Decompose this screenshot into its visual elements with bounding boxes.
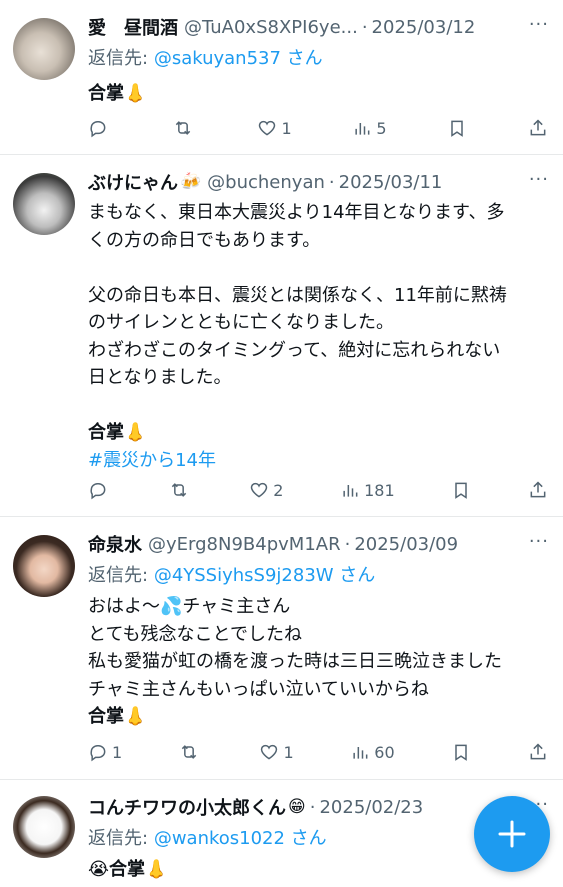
share-icon <box>530 481 546 498</box>
avatar[interactable] <box>13 173 75 235</box>
more-options-icon[interactable]: ··· <box>529 531 549 552</box>
heart-icon <box>261 744 278 760</box>
tweet[interactable]: ぶけにゃん 🍻 @buchenyan · 2025/03/11 ··· まもなく… <box>0 155 563 517</box>
tweet-text: 合掌👃 <box>88 83 147 104</box>
reply-button[interactable]: 1 <box>88 742 122 762</box>
share-icon <box>530 119 546 136</box>
author-name[interactable]: 命泉水 <box>88 531 142 557</box>
compose-button[interactable] <box>474 796 550 872</box>
hashtag-link[interactable]: #震災から14年 <box>88 447 549 475</box>
like-button[interactable]: 2 <box>249 480 283 500</box>
reply-context: 返信先: @sakuyan537 さん <box>88 48 323 69</box>
tweet-text: おはよ～💦チャミ主さん とても残念なことでしたね 私も愛猫が虹の橋を渡った時は三… <box>88 596 502 727</box>
more-options-icon[interactable]: ··· <box>529 14 549 35</box>
reply-mention-link[interactable]: @4YSSiyhsS9j283W さん <box>154 565 376 586</box>
bookmark-icon <box>451 120 463 137</box>
author-name[interactable]: ぶけにゃん <box>88 169 178 195</box>
reply-icon <box>90 121 106 138</box>
views-button[interactable]: 5 <box>352 118 387 138</box>
reply-mention-link[interactable]: @sakuyan537 さん <box>154 48 323 69</box>
reply-button[interactable] <box>88 480 112 500</box>
avatar[interactable] <box>13 796 75 858</box>
analytics-icon <box>355 123 370 135</box>
bookmark-icon <box>455 482 468 499</box>
reply-context: 返信先: @4YSSiyhsS9j283W さん <box>88 565 376 586</box>
analytics-icon <box>353 747 368 759</box>
tweet-date[interactable]: 2025/03/09 <box>354 534 458 555</box>
share-icon <box>530 743 546 760</box>
like-button[interactable]: 1 <box>259 742 294 762</box>
share-button[interactable] <box>528 480 548 500</box>
bookmark-button[interactable] <box>451 480 471 500</box>
reply-mention-link[interactable]: @wankos1022 さん <box>154 828 327 849</box>
bookmark-button[interactable] <box>451 742 471 762</box>
avatar[interactable] <box>13 535 75 597</box>
bookmark-button[interactable] <box>447 118 467 138</box>
author-handle[interactable]: @TuA0xS8XPI6ye... <box>184 17 358 38</box>
reply-button[interactable] <box>88 118 112 138</box>
views-button[interactable]: 181 <box>340 480 395 500</box>
tweet[interactable]: 命泉水 @yErg8N9B4pvM1AR · 2025/03/09 ··· 返信… <box>0 517 563 780</box>
author-name[interactable]: 愛 昼間酒 <box>88 14 178 40</box>
retweet-button[interactable] <box>169 480 193 500</box>
reply-icon <box>90 483 106 500</box>
plus-icon <box>498 820 526 848</box>
share-button[interactable] <box>528 118 548 138</box>
tweet-date[interactable]: 2025/03/12 <box>372 17 476 38</box>
retweet-icon <box>171 483 186 497</box>
retweet-button[interactable] <box>179 742 203 762</box>
retweet-icon <box>175 121 190 135</box>
tweet-date[interactable]: 2025/02/23 <box>319 797 423 818</box>
retweet-button[interactable] <box>173 118 197 138</box>
grin-emoji: 😁 <box>288 797 306 817</box>
heart-icon <box>259 120 276 136</box>
tweet-text: まもなく、東日本大震災より14年目となります、多 くの方の命日でもあります。 父… <box>88 199 549 474</box>
bookmark-icon <box>455 744 468 761</box>
like-button[interactable]: 1 <box>257 118 292 138</box>
more-options-icon[interactable]: ··· <box>529 169 549 190</box>
tweet-date[interactable]: 2025/03/11 <box>339 172 443 193</box>
retweet-icon <box>181 745 197 759</box>
avatar[interactable] <box>13 18 75 80</box>
analytics-icon <box>343 485 358 497</box>
author-handle[interactable]: @buchenyan <box>207 172 325 193</box>
heart-icon <box>251 482 268 498</box>
tweet[interactable]: 愛 昼間酒 @TuA0xS8XPI6ye... · 2025/03/12 ···… <box>0 0 563 155</box>
reply-icon <box>90 745 106 762</box>
beer-emoji: 🍻 <box>180 172 202 192</box>
views-button[interactable]: 60 <box>350 742 395 762</box>
share-button[interactable] <box>528 742 548 762</box>
tweet-text: 😭合掌👃 <box>88 859 168 880</box>
author-handle[interactable]: @yErg8N9B4pvM1AR <box>148 534 341 555</box>
author-name[interactable]: コんチワワの小太郎くん <box>88 794 286 820</box>
